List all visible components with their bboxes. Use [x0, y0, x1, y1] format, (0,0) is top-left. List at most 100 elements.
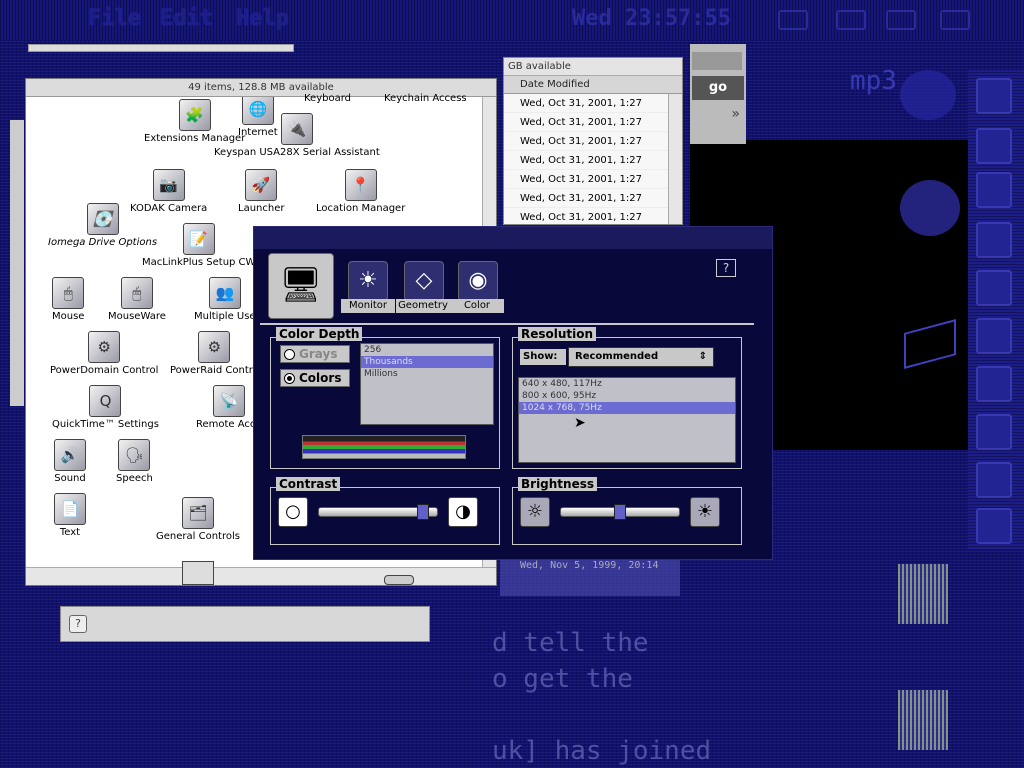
control-panel-item[interactable]: 🚀 Launcher — [238, 169, 284, 214]
keyspan-serial-icon: 🔌 — [280, 113, 313, 145]
control-panel-item[interactable]: ⚙ PowerRaid Contro — [170, 331, 259, 376]
tab-geometry[interactable]: Geometry — [396, 299, 450, 313]
brightness-title: Brightness — [518, 477, 598, 491]
control-panel-item[interactable]: 🖱 Mouse — [52, 277, 84, 322]
control-panel-item[interactable]: 🗂 General Controls — [156, 497, 240, 542]
file-list-window: GB available Date Modified Wed, Oct 31, … — [503, 57, 683, 225]
monitor-icon: 🖥 — [268, 253, 334, 319]
item-label: Location Manager — [316, 203, 406, 214]
launcher-icon-7[interactable] — [976, 366, 1012, 402]
launcher-icon-5[interactable] — [976, 270, 1012, 306]
high-contrast-icon: ◑ — [448, 497, 478, 527]
launcher-icon-1[interactable] — [976, 78, 1012, 114]
depth-option[interactable]: 256 — [361, 344, 493, 356]
location-manager-icon: 📍 — [344, 169, 377, 201]
tab-monitor[interactable]: Monitor — [341, 299, 395, 313]
tab-color[interactable]: Color — [450, 299, 504, 313]
geometry-icon[interactable]: ◇ — [404, 261, 444, 301]
resolution-option-selected[interactable]: 1024 x 768, 75Hz — [519, 402, 735, 414]
control-panel-item[interactable]: Q QuickTime™ Settings — [52, 385, 159, 430]
control-panel-item[interactable]: ⚙ PowerDomain Control — [50, 331, 158, 376]
control-panel-item[interactable]: 📄 Text — [54, 493, 86, 538]
list-row[interactable]: Wed, Oct 31, 2001, 1:27 — [504, 94, 682, 113]
menu-help[interactable]: Help — [236, 6, 289, 31]
help-icon[interactable]: ? — [69, 615, 87, 633]
sun-icon[interactable]: ☀ — [348, 261, 388, 301]
item-label: Keyboard — [304, 93, 352, 104]
menubar-clock: Wed 23:57:55 — [572, 6, 731, 31]
app-menubar-icon[interactable] — [836, 10, 866, 30]
list-row[interactable]: Wed, Oct 31, 2001, 1:27 — [504, 151, 682, 170]
control-panel-item[interactable]: 📡 Remote Acce — [196, 385, 262, 430]
launcher-icon: 🚀 — [245, 169, 278, 201]
chevron-right-icon[interactable]: » — [700, 106, 740, 122]
popup-arrows-icon: ⇕ — [698, 351, 707, 362]
grays-radio[interactable]: Grays — [280, 345, 350, 363]
list-row[interactable]: Wed, Oct 31, 2001, 1:27 — [504, 113, 682, 132]
control-panel-item[interactable]: 📍 Location Manager — [316, 169, 405, 214]
monitor-menubar-icon[interactable] — [778, 10, 808, 30]
help-balloon-icon[interactable]: ? — [716, 259, 736, 277]
desktop-globe-icon[interactable] — [900, 70, 956, 120]
depth-option[interactable]: Millions — [361, 368, 493, 380]
desktop-folder-icon[interactable] — [898, 690, 948, 750]
list-row[interactable]: Wed, Oct 31, 2001, 1:27 — [504, 132, 682, 151]
item-label: Speech — [116, 473, 153, 484]
list-row[interactable]: Wed, Oct 31, 2001, 1:27 — [504, 208, 682, 224]
menu-edit[interactable]: Edit — [160, 6, 213, 31]
colors-radio[interactable]: Colors — [280, 369, 350, 387]
desktop-folder-icon[interactable] — [898, 564, 948, 624]
launcher-icon-8[interactable] — [976, 414, 1012, 450]
launcher-icon-9[interactable] — [976, 462, 1012, 498]
contrast-slider-thumb[interactable] — [417, 504, 430, 520]
color-wheel-icon[interactable]: ◉ — [458, 261, 498, 301]
control-panel-item[interactable]: Keyboard — [304, 93, 351, 104]
control-panel-item[interactable]: 💽 Iomega Drive Options — [48, 203, 157, 248]
general-controls-icon: 🗂 — [181, 497, 214, 529]
brightness-slider-thumb[interactable] — [614, 504, 626, 520]
depth-option-selected[interactable]: Thousands — [361, 356, 493, 368]
launcher-icon-10[interactable] — [976, 508, 1012, 544]
controlstrip-menubar-icon[interactable] — [886, 10, 916, 30]
finder-horizontal-scrollbar[interactable] — [26, 567, 496, 585]
color-depth-list[interactable]: 256 Thousands Millions — [360, 343, 494, 425]
launcher-icon-3[interactable] — [976, 172, 1012, 208]
list-row[interactable]: Wed, Oct 31, 2001, 1:27 — [504, 170, 682, 189]
resolution-option[interactable]: 800 x 600, 95Hz — [519, 390, 735, 402]
control-panel-item[interactable]: 🖱 MouseWare — [108, 277, 166, 322]
finder-window-edge — [10, 120, 24, 406]
control-panel-item[interactable]: 🔊 Sound — [54, 439, 86, 484]
low-contrast-icon: ○ — [278, 497, 308, 527]
divider — [260, 323, 754, 325]
control-panel-item[interactable]: Keychain Access — [384, 93, 467, 104]
dim-sun-icon: ☼ — [520, 497, 550, 527]
control-panel-item[interactable]: 👥 Multiple Use — [194, 277, 256, 322]
show-popup[interactable]: Recommended ⇕ — [568, 347, 714, 367]
launcher-icon-6[interactable] — [976, 318, 1012, 354]
control-panel-item[interactable]: 🗣 Speech — [116, 439, 153, 484]
remote-access-icon: 📡 — [212, 385, 245, 417]
item-label: QuickTime™ Settings — [52, 419, 159, 430]
finder-menubar-icon[interactable] — [940, 10, 970, 30]
list-row[interactable]: Wed, Oct 31, 2001, 1:27 — [504, 189, 682, 208]
control-panel-item[interactable]: 🔌 Keyspan USA28X Serial Assistant — [214, 113, 380, 158]
radio-on-icon — [284, 373, 295, 384]
control-panel-item-icon[interactable] — [182, 561, 214, 585]
resolution-list[interactable]: 640 x 480, 117Hz 800 x 600, 95Hz 1024 x … — [518, 377, 736, 463]
show-label: Show: — [520, 349, 566, 365]
launcher-icon-2[interactable] — [976, 128, 1012, 164]
drive-icon[interactable] — [384, 575, 414, 585]
control-panel-item[interactable]: 📝 MacLinkPlus Setup CW — [142, 223, 255, 268]
launcher-icon-4[interactable] — [976, 222, 1012, 258]
list-scrollbar[interactable] — [668, 94, 682, 224]
resolution-option[interactable]: 640 x 480, 117Hz — [519, 378, 735, 390]
desktop-disk-icon[interactable] — [900, 180, 960, 236]
monitors-control-panel: 🖥 ☀ ◇ ◉ Monitor Geometry Color ? Color D… — [253, 226, 773, 560]
menu-file[interactable]: File — [88, 6, 141, 31]
go-button[interactable]: go — [692, 76, 744, 100]
arrow-cursor-icon: ➤ — [574, 415, 586, 431]
panel-titlebar[interactable] — [254, 227, 772, 249]
speech-icon: 🗣 — [118, 439, 151, 471]
date-modified-header[interactable]: Date Modified — [504, 76, 682, 94]
extensions-manager-icon: 🧩 — [178, 99, 211, 131]
